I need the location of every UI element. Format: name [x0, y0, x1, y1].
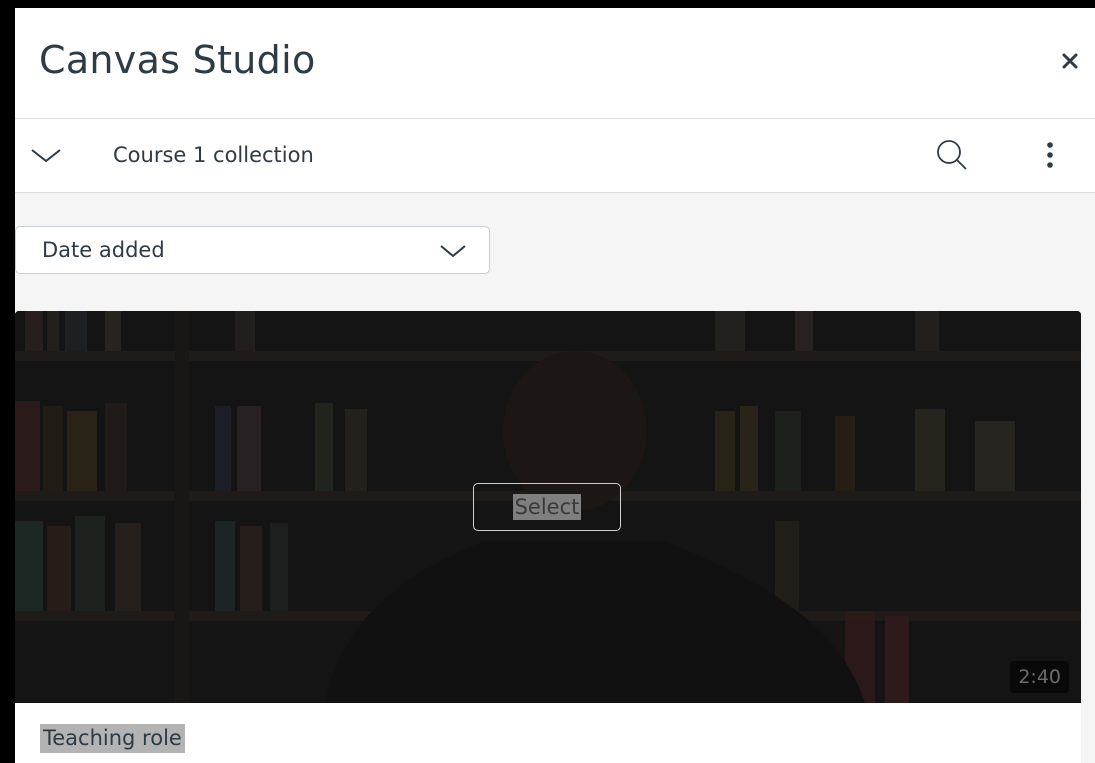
search-button[interactable]: [933, 137, 971, 175]
close-button[interactable]: [1055, 46, 1085, 76]
page-title: Canvas Studio: [39, 38, 316, 82]
collection-bar: Course 1 collection: [15, 119, 1095, 193]
select-video-button[interactable]: Select: [473, 483, 621, 531]
collection-toggle-button[interactable]: [29, 141, 63, 171]
collection-name: Course 1 collection: [113, 143, 314, 167]
more-vertical-icon: [1047, 142, 1053, 168]
video-title[interactable]: Teaching role: [40, 724, 185, 753]
more-options-button[interactable]: [1035, 137, 1065, 175]
video-duration-badge: 2:40: [1010, 661, 1069, 693]
video-card: Select 2:40 Teaching role: [15, 311, 1081, 763]
panel-header: Canvas Studio: [15, 8, 1095, 119]
chevron-down-icon: [31, 149, 61, 163]
select-button-label: Select: [512, 494, 582, 520]
video-thumbnail[interactable]: Select 2:40: [15, 311, 1081, 703]
chevron-down-icon: [440, 245, 466, 258]
sort-selected-value: Date added: [42, 238, 165, 262]
studio-panel: Canvas Studio Course 1 collection Date a…: [15, 8, 1095, 763]
close-icon: [1062, 53, 1078, 69]
search-icon: [937, 140, 967, 170]
sort-select[interactable]: Date added: [15, 226, 490, 274]
